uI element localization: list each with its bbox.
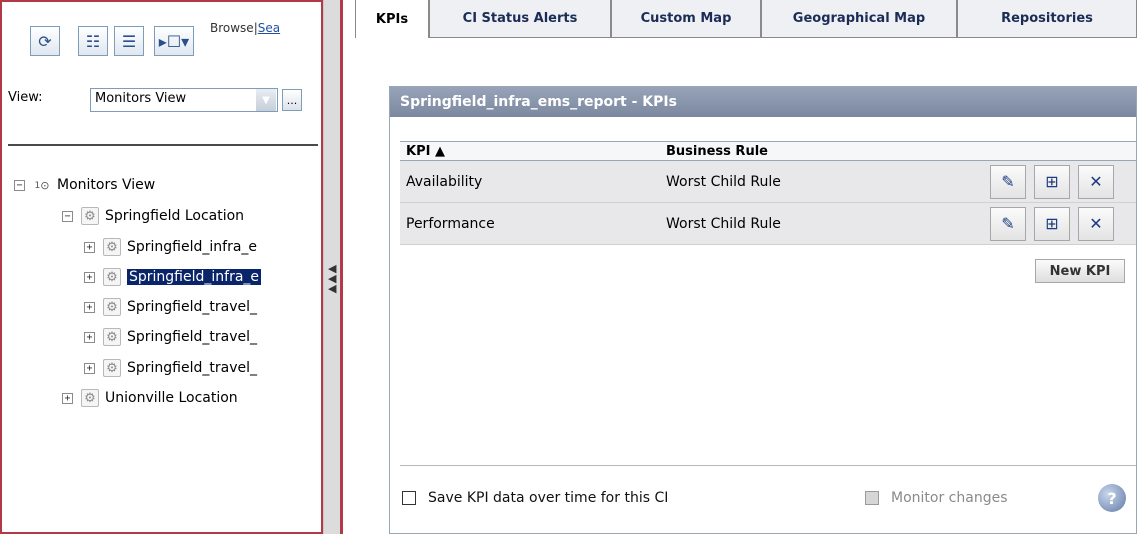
- tree-view-icon: ☷: [85, 31, 101, 51]
- new-kpi-button[interactable]: New KPI: [1035, 259, 1125, 283]
- ci-icon: ⚙: [103, 328, 121, 346]
- business-rule: Worst Child Rule: [666, 215, 781, 232]
- tree-node-unionville-location[interactable]: + ⚙ Unionville Location: [62, 387, 238, 409]
- tab-baseline: [429, 37, 1137, 38]
- kpi-name: Performance: [406, 215, 495, 232]
- delete-kpi-button[interactable]: ✕: [1078, 206, 1114, 241]
- save-kpi-checkbox[interactable]: [402, 491, 416, 505]
- tree-node-label: Monitors View: [57, 177, 156, 193]
- refresh-icon: ⟳: [38, 31, 52, 51]
- ci-icon: ⚙: [103, 268, 121, 286]
- tab-geographical-map[interactable]: Geographical Map: [761, 0, 957, 38]
- expand-icon[interactable]: +: [62, 392, 73, 404]
- expand-icon[interactable]: +: [84, 241, 95, 253]
- panel-splitter[interactable]: ◀ ◀ ◀: [323, 0, 343, 534]
- hierarchy-kpi-button[interactable]: ⊞: [1034, 164, 1070, 199]
- expand-icon[interactable]: +: [84, 301, 95, 313]
- tree-node-label: Springfield Location: [105, 208, 245, 224]
- tree-root[interactable]: − 1 ⊙ Monitors View: [14, 174, 155, 196]
- hierarchy-kpi-button[interactable]: ⊞: [1034, 206, 1070, 241]
- column-header-business-rule[interactable]: Business Rule: [666, 144, 768, 159]
- tree-node-label: Springfield_infra_e: [127, 239, 258, 255]
- view-label: View:: [8, 90, 43, 105]
- footer-divider: [400, 465, 1136, 466]
- refresh-button[interactable]: ⟳: [30, 26, 60, 56]
- business-rule: Worst Child Rule: [666, 173, 781, 190]
- location-icon: ⚙: [81, 207, 99, 225]
- collapse-icon[interactable]: −: [62, 210, 73, 222]
- select-mode-button[interactable]: ▸☐▾: [154, 26, 194, 56]
- edit-kpi-button[interactable]: ✎: [990, 206, 1026, 241]
- tree-node-label: Springfield_infra_e: [127, 269, 262, 285]
- search-link[interactable]: Sea: [258, 21, 280, 35]
- tree-node-label: Unionville Location: [105, 390, 238, 406]
- tree-node-label: Springfield_travel_: [127, 329, 257, 345]
- ci-icon: ⚙: [103, 359, 121, 377]
- kpi-panel-title: Springfield_infra_ems_report - KPIs: [390, 87, 1136, 117]
- ci-icon: ⚙: [103, 298, 121, 316]
- tree-node-label: Springfield_travel_: [127, 299, 257, 315]
- help-icon[interactable]: ?: [1098, 484, 1126, 512]
- edit-kpi-button[interactable]: ✎: [990, 164, 1026, 199]
- column-header-kpi[interactable]: KPI ▲: [400, 144, 666, 159]
- view-select[interactable]: Monitors View: [90, 88, 278, 112]
- tree-node-ci[interactable]: + ⚙ Springfield_travel_: [84, 296, 257, 318]
- tree-node-ci[interactable]: + ⚙ Springfield_travel_: [84, 357, 257, 379]
- tab-ci-status-alerts[interactable]: CI Status Alerts: [429, 0, 611, 38]
- view-more-button[interactable]: ...: [282, 89, 302, 111]
- browse-tree-panel: ⟳ ☷ ☰ ▸☐▾ Browse|Sea View: Monitors View…: [0, 0, 323, 534]
- expand-icon[interactable]: +: [84, 271, 95, 283]
- pencil-icon: ✎: [1001, 172, 1015, 191]
- close-icon: ✕: [1089, 172, 1103, 191]
- ci-icon: ⚙: [103, 238, 121, 256]
- view-root-icon: 1 ⊙: [34, 178, 50, 192]
- browse-label[interactable]: Browse: [210, 21, 254, 35]
- chevron-down-icon[interactable]: ▼: [256, 89, 276, 111]
- hierarchy-icon: ⊞: [1045, 172, 1059, 191]
- table-row[interactable]: Availability Worst Child Rule ✎ ⊞ ✕: [400, 161, 1136, 203]
- collapse-icon[interactable]: −: [14, 179, 25, 191]
- hierarchy-icon: ⊞: [1045, 214, 1059, 233]
- save-kpi-label: Save KPI data over time for this CI: [428, 490, 669, 506]
- tab-bar: KPIs CI Status Alerts Custom Map Geograp…: [355, 0, 1137, 38]
- ci-properties-panel: KPIs CI Status Alerts Custom Map Geograp…: [343, 0, 1137, 534]
- location-icon: ⚙: [81, 389, 99, 407]
- tree-view-button[interactable]: ☷: [78, 26, 108, 56]
- select-mode-icon: ▸☐▾: [158, 31, 190, 51]
- collapse-arrows-icon[interactable]: ◀ ◀ ◀: [328, 263, 336, 294]
- tree-node-label: Springfield_travel_: [127, 360, 257, 376]
- tab-repositories[interactable]: Repositories: [957, 0, 1137, 38]
- pencil-icon: ✎: [1001, 214, 1015, 233]
- delete-kpi-button[interactable]: ✕: [1078, 164, 1114, 199]
- row-actions: ✎ ⊞ ✕: [984, 206, 1114, 241]
- browse-search-links: Browse|Sea: [210, 21, 280, 35]
- list-view-icon: ☰: [121, 31, 137, 51]
- expand-icon[interactable]: +: [84, 362, 95, 374]
- divider: [8, 144, 318, 146]
- monitor-changes-label: Monitor changes: [891, 490, 1008, 506]
- tree-node-ci-selected[interactable]: + ⚙ Springfield_infra_e: [84, 266, 262, 288]
- table-row[interactable]: Performance Worst Child Rule ✎ ⊞ ✕: [400, 203, 1136, 245]
- expand-icon[interactable]: +: [84, 331, 95, 343]
- list-view-button[interactable]: ☰: [114, 26, 144, 56]
- tree-node-springfield-location[interactable]: − ⚙ Springfield Location: [62, 205, 244, 227]
- root-badge: 1: [34, 179, 41, 191]
- tab-custom-map[interactable]: Custom Map: [611, 0, 761, 38]
- row-actions: ✎ ⊞ ✕: [984, 164, 1114, 199]
- tree-node-ci[interactable]: + ⚙ Springfield_infra_e: [84, 236, 257, 258]
- tab-kpis[interactable]: KPIs: [355, 0, 429, 38]
- kpi-panel: Springfield_infra_ems_report - KPIs KPI …: [389, 86, 1137, 534]
- kpi-name: Availability: [406, 173, 483, 190]
- close-icon: ✕: [1089, 214, 1103, 233]
- tree-node-ci[interactable]: + ⚙ Springfield_travel_: [84, 326, 257, 348]
- kpi-table-header: KPI ▲ Business Rule: [400, 141, 1136, 161]
- monitor-changes-checkbox[interactable]: [865, 491, 879, 505]
- kpi-table: KPI ▲ Business Rule Availability Worst C…: [400, 141, 1136, 245]
